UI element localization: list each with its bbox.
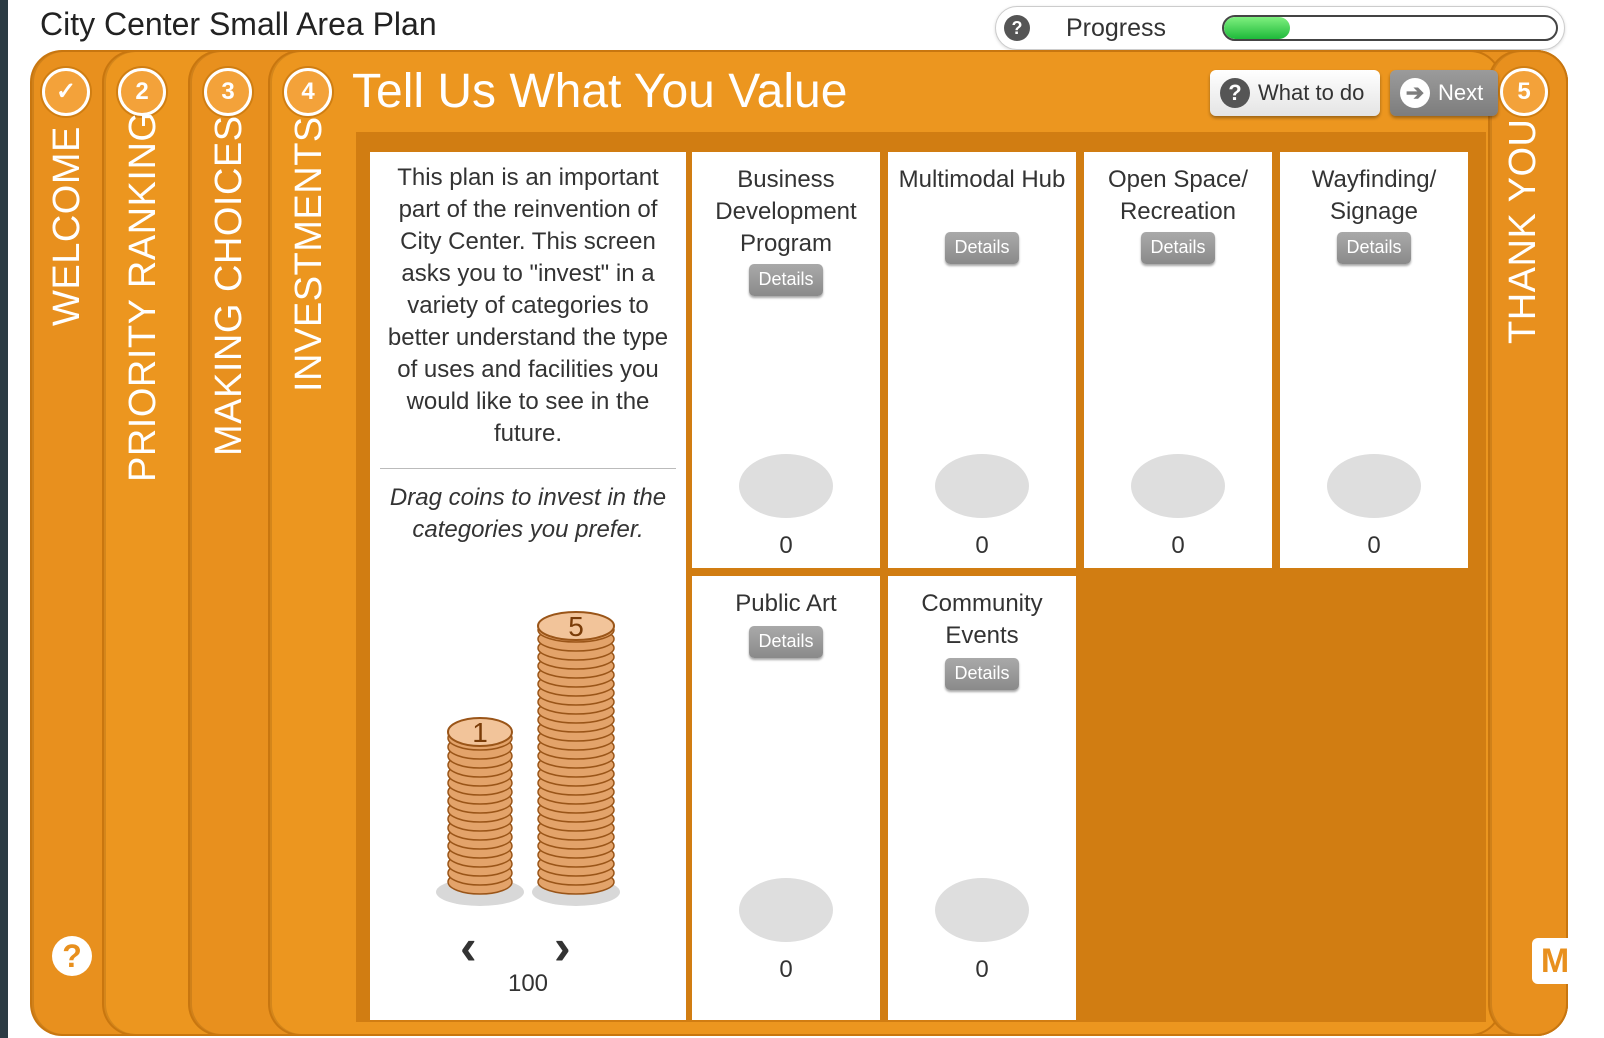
category-card[interactable]: Public Art Details 0 bbox=[692, 576, 880, 1020]
what-to-do-label: What to do bbox=[1258, 80, 1365, 105]
category-count: 0 bbox=[779, 956, 793, 983]
category-count: 0 bbox=[975, 956, 989, 983]
check-icon[interactable]: ✓ bbox=[42, 68, 90, 116]
details-button[interactable]: Details bbox=[1141, 232, 1215, 264]
category-card[interactable]: Open Space/ Recreation Details 0 bbox=[1084, 152, 1272, 568]
next-label: Next bbox=[1438, 80, 1484, 105]
help-icon[interactable]: ? bbox=[52, 936, 92, 976]
step-investments-label: INVESTMENTS bbox=[288, 116, 330, 392]
coin-slot[interactable] bbox=[1327, 454, 1421, 518]
coin-slot[interactable] bbox=[935, 454, 1029, 518]
category-title: Open Space/ Recreation bbox=[1107, 166, 1249, 225]
details-button[interactable]: Details bbox=[945, 232, 1019, 264]
step-making-choices-label[interactable]: MAKING CHOICES bbox=[208, 115, 251, 456]
category-count: 0 bbox=[779, 532, 793, 559]
coin-stacks[interactable]: 15 bbox=[430, 592, 630, 922]
step-5-number[interactable]: 5 bbox=[1500, 68, 1548, 116]
details-button[interactable]: Details bbox=[945, 658, 1019, 690]
details-button[interactable]: Details bbox=[749, 264, 823, 296]
chevron-right-icon[interactable]: › bbox=[554, 918, 571, 976]
coin-slot[interactable] bbox=[739, 454, 833, 518]
coin-1-label: 1 bbox=[472, 717, 488, 748]
next-button[interactable]: ➔ Next bbox=[1390, 70, 1498, 116]
category-title: Multimodal Hub bbox=[898, 166, 1066, 193]
chevron-left-icon[interactable]: ‹ bbox=[460, 918, 477, 976]
category-count: 0 bbox=[1367, 532, 1381, 559]
coin-total: 100 bbox=[507, 970, 549, 997]
category-title: Wayfinding/ Signage bbox=[1311, 166, 1437, 225]
category-title: Public Art bbox=[735, 590, 837, 617]
drag-hint: Drag coins to invest in the categories y… bbox=[389, 484, 667, 543]
step-welcome-label[interactable]: WELCOME bbox=[46, 126, 89, 326]
arrow-right-icon: ➔ bbox=[1400, 78, 1430, 108]
coin-5-label: 5 bbox=[568, 611, 584, 642]
category-card[interactable]: Wayfinding/ Signage Details 0 bbox=[1280, 152, 1468, 568]
question-icon: ? bbox=[1220, 78, 1250, 108]
stage-title: Tell Us What You Value bbox=[352, 65, 848, 118]
category-title: Community Events bbox=[921, 590, 1043, 649]
category-count: 0 bbox=[1171, 532, 1185, 559]
intro-panel: This plan is an important part of the re… bbox=[370, 152, 686, 1020]
coin-stack-5 bbox=[537, 611, 615, 895]
step-thank-you-label[interactable]: THANK YOU bbox=[1502, 118, 1545, 344]
coin-slot[interactable] bbox=[1131, 454, 1225, 518]
category-card[interactable]: Community Events Details 0 bbox=[888, 576, 1076, 1020]
category-card[interactable]: Business Development Program Details 0 bbox=[692, 152, 880, 568]
category-card[interactable]: Multimodal Hub Details 0 bbox=[888, 152, 1076, 568]
step-3-number[interactable]: 3 bbox=[204, 68, 252, 116]
divider bbox=[380, 468, 676, 469]
category-count: 0 bbox=[975, 532, 989, 559]
step-priority-ranking-label[interactable]: PRIORITY RANKING bbox=[122, 112, 165, 482]
details-button[interactable]: Details bbox=[749, 626, 823, 658]
details-button[interactable]: Details bbox=[1337, 232, 1411, 264]
step-4-number: 4 bbox=[284, 68, 332, 116]
category-title: Business Development Program bbox=[715, 166, 857, 257]
intro-text: This plan is an important part of the re… bbox=[387, 164, 669, 447]
step-2-number[interactable]: 2 bbox=[118, 68, 166, 116]
what-to-do-button[interactable]: ? What to do bbox=[1210, 70, 1380, 116]
brand-logo-icon: M bbox=[1532, 938, 1578, 984]
coin-slot[interactable] bbox=[935, 878, 1029, 942]
coin-slot[interactable] bbox=[739, 878, 833, 942]
